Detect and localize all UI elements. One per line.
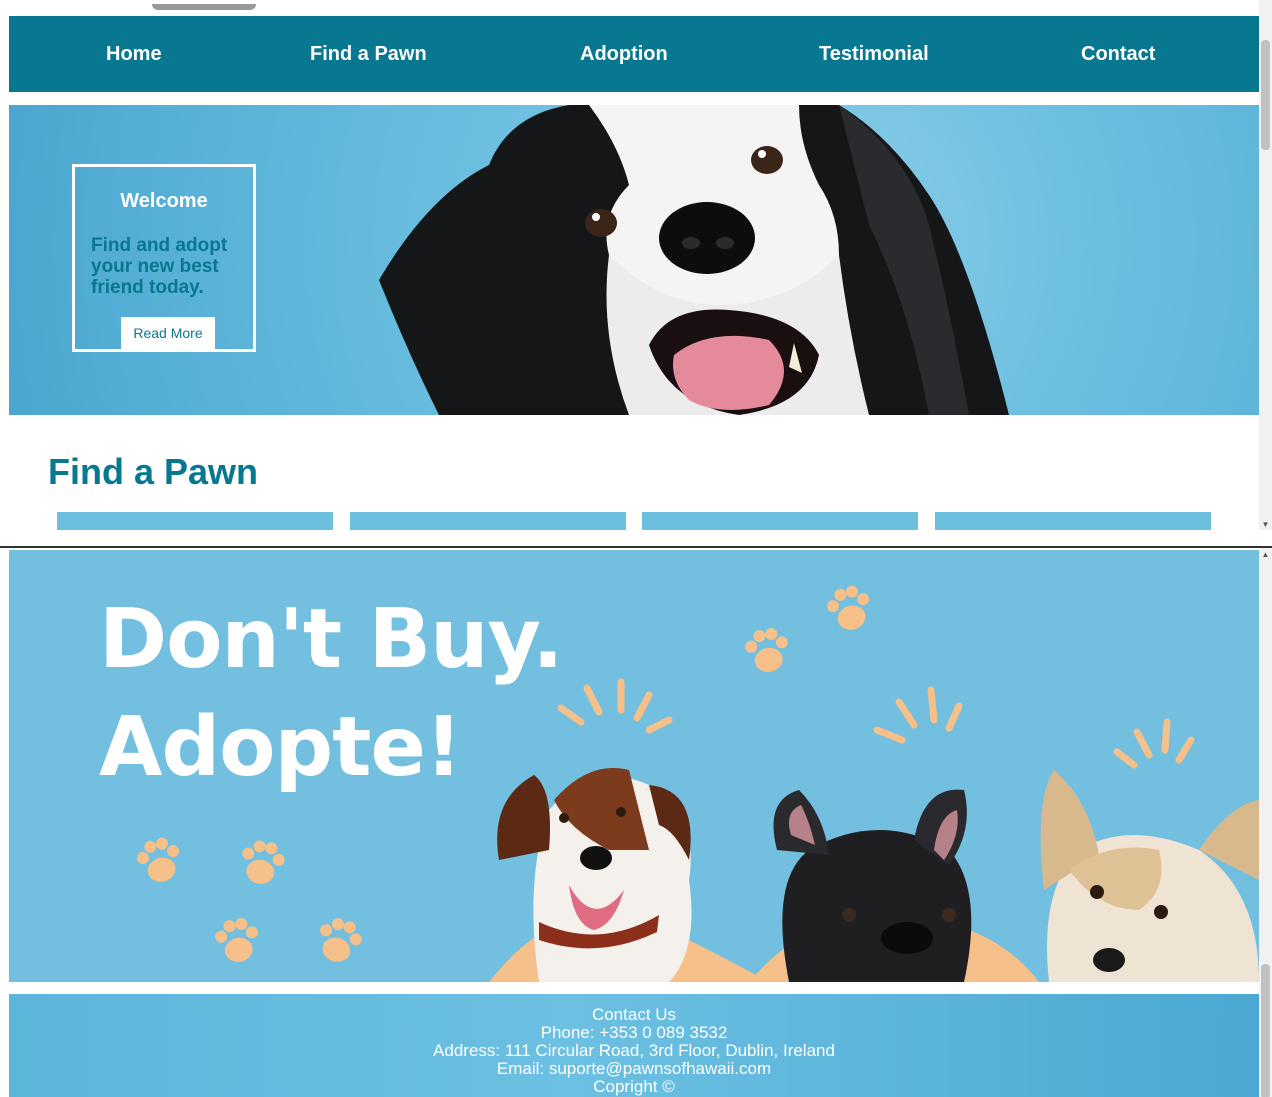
adopt-banner: Don't Buy. Adopte! (9, 550, 1259, 982)
site-footer: Contact Us Phone: +353 0 089 3532 Addres… (9, 994, 1259, 1097)
pet-card[interactable] (350, 512, 626, 530)
read-more-button[interactable]: Read More (121, 317, 215, 349)
bottom-viewport: Don't Buy. Adopte! Contact Us Phone: +35… (0, 546, 1272, 1097)
nav-find-a-pawn-link[interactable]: Find a Pawn (310, 16, 427, 92)
footer-email[interactable]: Email: suporte@pawnsofhawaii.com (9, 1060, 1259, 1078)
scroll-up-arrow-icon[interactable]: ▲ (1259, 550, 1272, 560)
banner-line-1: Don't Buy. (99, 592, 564, 687)
scrollbar-thumb[interactable] (1261, 964, 1270, 1097)
nav-home-link[interactable]: Home (106, 16, 162, 92)
footer-heading: Contact Us (591, 1005, 677, 1024)
scrollbar-thumb[interactable] (1261, 40, 1270, 150)
scroll-down-arrow-icon[interactable]: ▼ (1259, 520, 1272, 530)
welcome-card: Welcome Find and adopt your new best fri… (72, 164, 256, 352)
top-scrollbar[interactable]: ▼ (1259, 0, 1272, 530)
banner-headline: Don't Buy. Adopte! (99, 586, 564, 802)
main-navbar: Home Find a Pawn Adoption Testimonial Co… (9, 16, 1259, 92)
pet-card[interactable] (935, 512, 1211, 530)
hero-banner: Welcome Find and adopt your new best fri… (9, 105, 1259, 415)
border-collie-image (379, 105, 1009, 415)
logo (152, 4, 256, 10)
pet-card[interactable] (57, 512, 333, 530)
screenshot-divider (0, 532, 1272, 546)
banner-line-2: Adopte! (99, 700, 462, 795)
nav-adoption-link[interactable]: Adoption (580, 16, 668, 92)
footer-phone: Phone: +353 0 089 3532 (540, 1023, 728, 1042)
nav-contact-link[interactable]: Contact (1081, 16, 1155, 92)
welcome-title: Welcome (120, 190, 208, 212)
bottom-scrollbar[interactable]: ▲ (1259, 548, 1272, 1097)
footer-address: Address: 111 Circular Road, 3rd Floor, D… (433, 1041, 835, 1060)
welcome-tagline: Find and adopt your new best friend toda… (91, 235, 228, 298)
top-viewport: Home Find a Pawn Adoption Testimonial Co… (0, 0, 1272, 530)
pet-card[interactable] (642, 512, 918, 530)
nav-testimonial-link[interactable]: Testimonial (819, 16, 929, 92)
find-a-pawn-heading: Find a Pawn (48, 451, 259, 492)
footer-copyright: Copright © (593, 1077, 675, 1096)
